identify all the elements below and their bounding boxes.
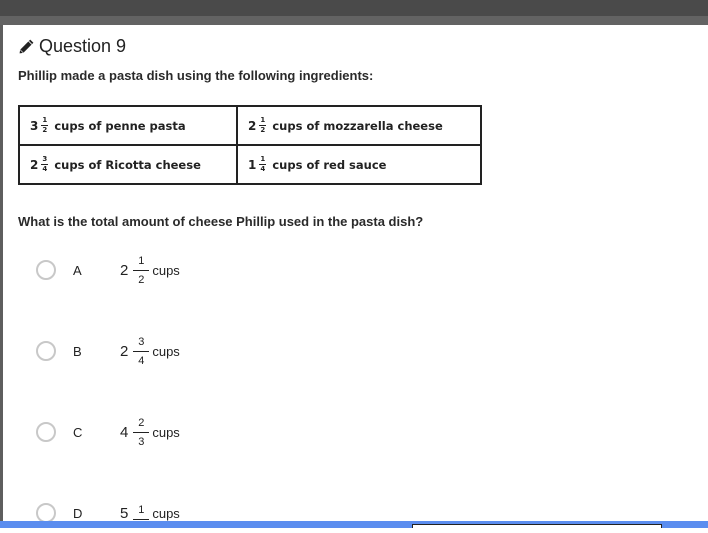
bottom-panel <box>412 524 662 528</box>
denominator: 2 <box>42 126 48 134</box>
unit: cups <box>152 343 180 359</box>
ingredient-cell: 2 1 2 cups of mozzarella cheese <box>236 105 482 146</box>
fraction: 1 2 <box>259 116 267 134</box>
question-header: Question 9 <box>18 36 126 57</box>
whole-number: 2 <box>248 118 257 133</box>
fraction-bar <box>133 518 150 520</box>
numerator: 3 <box>138 335 145 348</box>
pencil-icon <box>19 39 34 54</box>
question-title: Question 9 <box>39 36 127 56</box>
radio-button[interactable] <box>36 503 56 523</box>
whole-number: 3 <box>30 118 39 133</box>
fraction: 1 2 <box>41 116 49 134</box>
fraction: 1 4 <box>259 155 267 173</box>
denominator: 3 <box>138 435 145 448</box>
radio-button[interactable] <box>36 260 56 280</box>
fraction: 3 4 <box>41 155 49 173</box>
option-answer: 2 1 2 cups <box>120 255 180 286</box>
numerator: 1 <box>138 503 145 516</box>
ingredient-cell: 3 1 2 cups of penne pasta <box>18 105 238 146</box>
option-answer: 4 2 3 cups <box>120 417 180 448</box>
window-sub-bar <box>0 16 708 25</box>
numerator: 2 <box>138 416 145 429</box>
whole-number: 5 <box>120 504 129 522</box>
fraction: 2 3 <box>133 416 150 448</box>
unit: cups <box>152 262 180 278</box>
numerator: 1 <box>260 155 266 163</box>
option-letter: B <box>73 343 82 359</box>
question-panel: Question 9 Phillip made a pasta dish usi… <box>3 25 708 528</box>
option-answer: 2 3 4 cups <box>120 336 180 367</box>
ingredient-text: cups of red sauce <box>272 157 387 172</box>
denominator: 2 <box>138 273 145 286</box>
ingredient-text: cups of mozzarella cheese <box>272 118 443 133</box>
fraction: 1 2 <box>133 254 150 286</box>
fraction-bar <box>133 269 150 271</box>
fraction: 3 4 <box>133 335 150 367</box>
whole-number: 4 <box>120 423 129 441</box>
option-answer: 5 1 cups <box>120 504 180 523</box>
radio-button[interactable] <box>36 422 56 442</box>
option-letter: C <box>73 424 83 440</box>
radio-button[interactable] <box>36 341 56 361</box>
numerator: 3 <box>42 155 48 163</box>
denominator: 4 <box>42 165 48 173</box>
numerator: 1 <box>138 254 145 267</box>
fraction: 1 <box>133 503 150 523</box>
option-letter: A <box>73 262 82 278</box>
answer-option-b[interactable]: B 2 3 4 cups <box>36 331 180 371</box>
denominator: 2 <box>260 126 266 134</box>
answer-option-a[interactable]: A 2 1 2 cups <box>36 250 180 290</box>
unit: cups <box>152 424 180 440</box>
option-letter: D <box>73 505 83 521</box>
numerator: 1 <box>42 116 48 124</box>
numerator: 1 <box>260 116 266 124</box>
ingredient-text: cups of Ricotta cheese <box>54 157 201 172</box>
answer-option-c[interactable]: C 4 2 3 cups <box>36 412 180 452</box>
fraction-bar <box>133 431 150 433</box>
table-row: 3 1 2 cups of penne pasta 2 1 2 cups of … <box>18 105 482 146</box>
ingredient-cell: 1 1 4 cups of red sauce <box>236 144 482 185</box>
question-text: What is the total amount of cheese Phill… <box>18 214 424 229</box>
ingredient-cell: 2 3 4 cups of Ricotta cheese <box>18 144 238 185</box>
fraction-bar <box>133 350 150 352</box>
whole-number: 2 <box>120 342 129 360</box>
window-top-bar <box>0 0 708 16</box>
ingredients-table: 3 1 2 cups of penne pasta 2 1 2 cups of … <box>18 105 482 185</box>
whole-number: 2 <box>30 157 39 172</box>
whole-number: 2 <box>120 261 129 279</box>
ingredient-text: cups of penne pasta <box>54 118 186 133</box>
unit: cups <box>152 505 180 521</box>
table-row: 2 3 4 cups of Ricotta cheese 1 1 4 cups … <box>18 144 482 185</box>
denominator: 4 <box>260 165 266 173</box>
whole-number: 1 <box>248 157 257 172</box>
question-prompt: Phillip made a pasta dish using the foll… <box>18 68 374 83</box>
denominator: 4 <box>138 354 145 367</box>
